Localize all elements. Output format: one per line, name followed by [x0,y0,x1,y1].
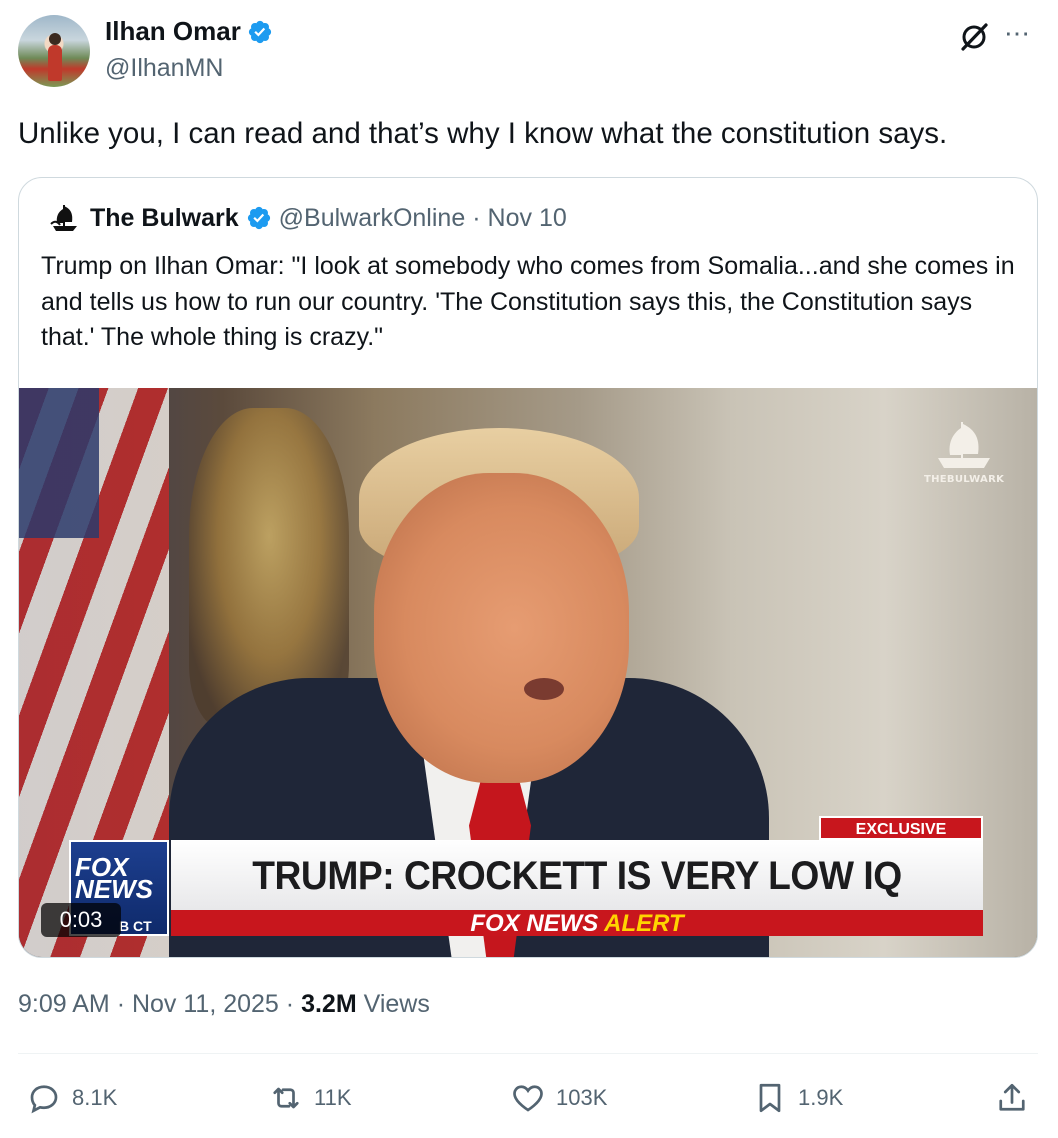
face-image [374,473,629,783]
flag-canton-image [19,388,99,538]
share-button[interactable] [994,1078,1030,1118]
tweet: Ilhan Omar @IlhanMN ⋯ Unlike you, I can … [0,0,1058,1138]
bulwark-watermark: THEBULWARK [924,418,1004,485]
grok-icon[interactable] [957,20,991,54]
quoted-separator: · [472,203,481,232]
bookmark-icon [759,1083,781,1113]
verified-badge-icon [248,20,271,43]
video-player[interactable]: THEBULWARK EXCLUSIVE TRUMP: CROCKETT IS … [19,388,1037,957]
heart-icon [513,1085,543,1112]
author-avatar[interactable] [18,15,90,87]
share-icon [999,1083,1025,1111]
author-name[interactable]: Ilhan Omar [105,16,241,47]
tweet-text: Unlike you, I can read and that’s why I … [18,117,948,150]
like-count: 103K [556,1085,608,1110]
video-headline: TRUMP: CROCKETT IS VERY LOW IQ [252,854,902,898]
reply-count: 8.1K [72,1085,118,1110]
divider [18,1053,1038,1054]
alert-text-yellow: ALERT [604,910,684,937]
views-label: Views [363,990,430,1018]
quoted-tweet-card[interactable]: The Bulwark @BulwarkOnline · Nov 10 Trum… [18,177,1038,958]
quoted-author-handle[interactable]: @BulwarkOnline [279,204,466,233]
tweet-date[interactable]: Nov 11, 2025 [132,990,279,1018]
watermark-text: THEBULWARK [924,474,1005,485]
tweet-meta: 9:09 AM · Nov 11, 2025 · 3.2M Views [18,990,430,1019]
quoted-date[interactable]: Nov 10 [488,204,567,233]
repost-button[interactable]: 11K [268,1078,352,1118]
quoted-author-name[interactable]: The Bulwark [90,204,239,233]
reply-button[interactable]: 8.1K [26,1078,117,1118]
meta-separator: · [116,990,126,1018]
quoted-header: The Bulwark @BulwarkOnline · Nov 10 [47,200,567,236]
fox-news-logo-text: FOX NEWS [75,852,153,904]
author-name-row: Ilhan Omar [105,16,273,47]
author-handle[interactable]: @IlhanMN [105,54,223,83]
quoted-verified-badge-icon [247,206,270,230]
ship-watermark-icon [938,422,990,468]
alert-text-white: FOX NEWS [470,910,599,937]
bookmark-count: 1.9K [798,1085,844,1110]
more-options-icon[interactable]: ⋯ [1004,18,1038,52]
tweet-time[interactable]: 9:09 AM [18,990,110,1018]
repost-count: 11K [314,1085,352,1110]
repost-icon [273,1087,299,1109]
mouth-image [524,678,564,700]
fox-logo-sub: B CT [119,918,152,934]
views-count: 3.2M [301,990,357,1018]
reply-icon [30,1085,58,1114]
quoted-text: Trump on Ilhan Omar: "I look at somebody… [41,252,1015,351]
video-timer: 0:03 [41,903,121,937]
bookmark-button[interactable]: 1.9K [752,1078,843,1118]
meta-separator-2: · [285,990,295,1018]
alert-text: FOX NEWS ALERT [171,910,983,937]
exclusive-tag: EXCLUSIVE [819,816,983,840]
bulwark-avatar-icon[interactable] [47,200,83,236]
like-button[interactable]: 103K [510,1078,607,1118]
